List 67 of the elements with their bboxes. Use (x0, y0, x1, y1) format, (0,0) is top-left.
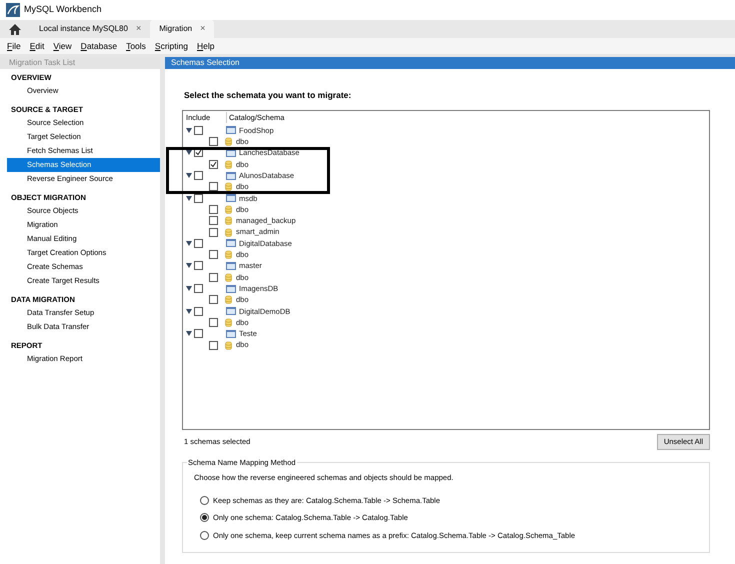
expand-toggle-icon[interactable] (186, 240, 193, 246)
menu-item[interactable]: File (7, 40, 21, 52)
checkbox[interactable] (194, 329, 203, 338)
folder-icon (226, 172, 236, 180)
tab-label: Migration (159, 23, 192, 35)
prompt-text: Select the schemata you want to migrate: (184, 89, 352, 102)
checkbox[interactable] (209, 340, 218, 350)
database-icon (225, 318, 232, 327)
checkbox[interactable] (209, 250, 218, 260)
checkbox[interactable] (209, 204, 218, 214)
database-icon (225, 340, 232, 350)
database-icon (225, 272, 232, 282)
database-icon (225, 137, 232, 146)
menu-item[interactable]: Scripting (154, 40, 188, 52)
folder-icon (226, 330, 236, 338)
checkbox[interactable] (194, 261, 203, 270)
database-icon (225, 182, 232, 192)
expand-toggle-icon[interactable] (186, 173, 193, 178)
checkbox[interactable] (209, 137, 218, 146)
menu-item[interactable]: Edit (30, 40, 44, 52)
expand-toggle-icon[interactable] (186, 263, 193, 268)
expand-toggle-icon[interactable] (186, 128, 193, 133)
expand-toggle-icon[interactable] (186, 286, 193, 292)
checkbox[interactable] (209, 318, 218, 327)
menu-item[interactable]: View (53, 40, 72, 52)
folder-icon (226, 284, 236, 293)
checkbox[interactable] (209, 216, 218, 226)
checkbox[interactable] (194, 171, 203, 180)
menu-item[interactable]: Tools (126, 40, 146, 52)
tab[interactable]: Migration × (150, 20, 214, 38)
folder-icon (226, 239, 236, 248)
checkbox[interactable] (209, 182, 218, 192)
panel-title: Schemas Selection (165, 57, 735, 69)
database-icon (225, 250, 232, 260)
folder-icon (226, 262, 236, 270)
close-icon[interactable]: × (136, 22, 142, 36)
database-icon (225, 216, 232, 226)
checkbox[interactable] (209, 272, 218, 282)
checkbox[interactable] (209, 160, 218, 169)
menu-item[interactable]: Database (80, 40, 118, 52)
database-icon (225, 160, 232, 169)
checkbox[interactable] (194, 238, 203, 248)
expand-toggle-icon[interactable] (186, 331, 193, 336)
folder-icon (226, 194, 236, 202)
radio-button[interactable] (200, 496, 209, 506)
database-icon (225, 204, 232, 214)
window-title: MySQL Workbench (24, 3, 102, 16)
checkbox[interactable] (194, 306, 203, 316)
tab-label: Local instance MySQL80 (39, 23, 128, 35)
folder-icon (226, 307, 236, 316)
checkbox[interactable] (209, 228, 218, 237)
menu-item[interactable]: Help (196, 40, 214, 52)
checkbox[interactable] (209, 295, 218, 304)
panel-title: Migration Task List (0, 57, 160, 69)
checkbox[interactable] (194, 126, 203, 135)
checkbox[interactable] (194, 284, 203, 294)
database-icon (225, 228, 232, 237)
close-icon[interactable]: × (200, 22, 206, 36)
app-logo-icon (6, 3, 20, 17)
database-icon (225, 295, 232, 304)
folder-icon (226, 126, 236, 134)
radio-button[interactable] (200, 513, 209, 522)
expand-toggle-icon[interactable] (186, 150, 193, 156)
home-icon (9, 24, 21, 34)
expand-toggle-icon[interactable] (186, 196, 193, 201)
radio-button[interactable] (200, 530, 209, 540)
expand-toggle-icon[interactable] (186, 308, 193, 314)
